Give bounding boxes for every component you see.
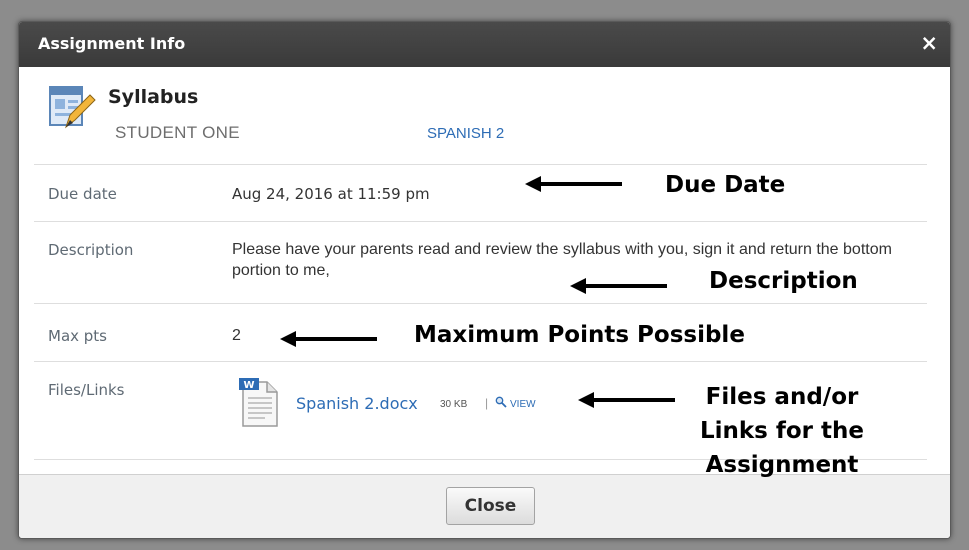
close-icon[interactable]: × — [920, 31, 938, 55]
files-annotation-line-3: Assignment — [705, 452, 859, 478]
due-date-label: Due date — [48, 185, 117, 203]
max-points-annotation: Maximum Points Possible — [414, 322, 745, 348]
separator: | — [485, 396, 489, 410]
dialog-title: Assignment Info — [38, 34, 186, 53]
description-label: Description — [48, 241, 134, 259]
svg-text:W: W — [243, 380, 254, 391]
files-annotation-line-1: Files and/or — [705, 384, 859, 410]
files-annotation-line-2: Links for the — [699, 418, 865, 444]
word-document-icon: W — [239, 378, 278, 427]
student-name: STUDENT ONE — [115, 123, 240, 142]
files-annotation: Files and/or Links for the Assignment — [692, 380, 872, 482]
dialog-footer: Close — [19, 474, 950, 538]
assignment-pencil-icon — [49, 86, 96, 129]
description-annotation: Description — [709, 268, 858, 294]
view-file-link[interactable]: VIEW — [510, 399, 536, 410]
magnifier-icon[interactable] — [495, 396, 507, 408]
divider — [34, 221, 927, 222]
course-link[interactable]: SPANISH 2 — [427, 125, 504, 142]
due-date-value: Aug 24, 2016 at 11:59 pm — [232, 185, 430, 203]
due-date-arrow — [525, 176, 622, 192]
divider — [34, 303, 927, 304]
description-arrow — [570, 278, 667, 294]
files-links-label: Files/Links — [48, 381, 125, 399]
max-pts-value: 2 — [232, 327, 241, 344]
file-link[interactable]: Spanish 2.docx — [296, 394, 418, 413]
close-button[interactable]: Close — [446, 487, 535, 525]
max-points-arrow — [280, 331, 377, 347]
assignment-title: Syllabus — [108, 86, 199, 108]
file-size: 30 KB — [440, 399, 468, 410]
max-pts-label: Max pts — [48, 327, 107, 345]
due-date-annotation: Due Date — [665, 172, 786, 198]
files-arrow — [578, 392, 675, 408]
dialog-titlebar: Assignment Info × — [19, 22, 950, 67]
divider — [34, 361, 927, 362]
divider — [34, 164, 927, 165]
